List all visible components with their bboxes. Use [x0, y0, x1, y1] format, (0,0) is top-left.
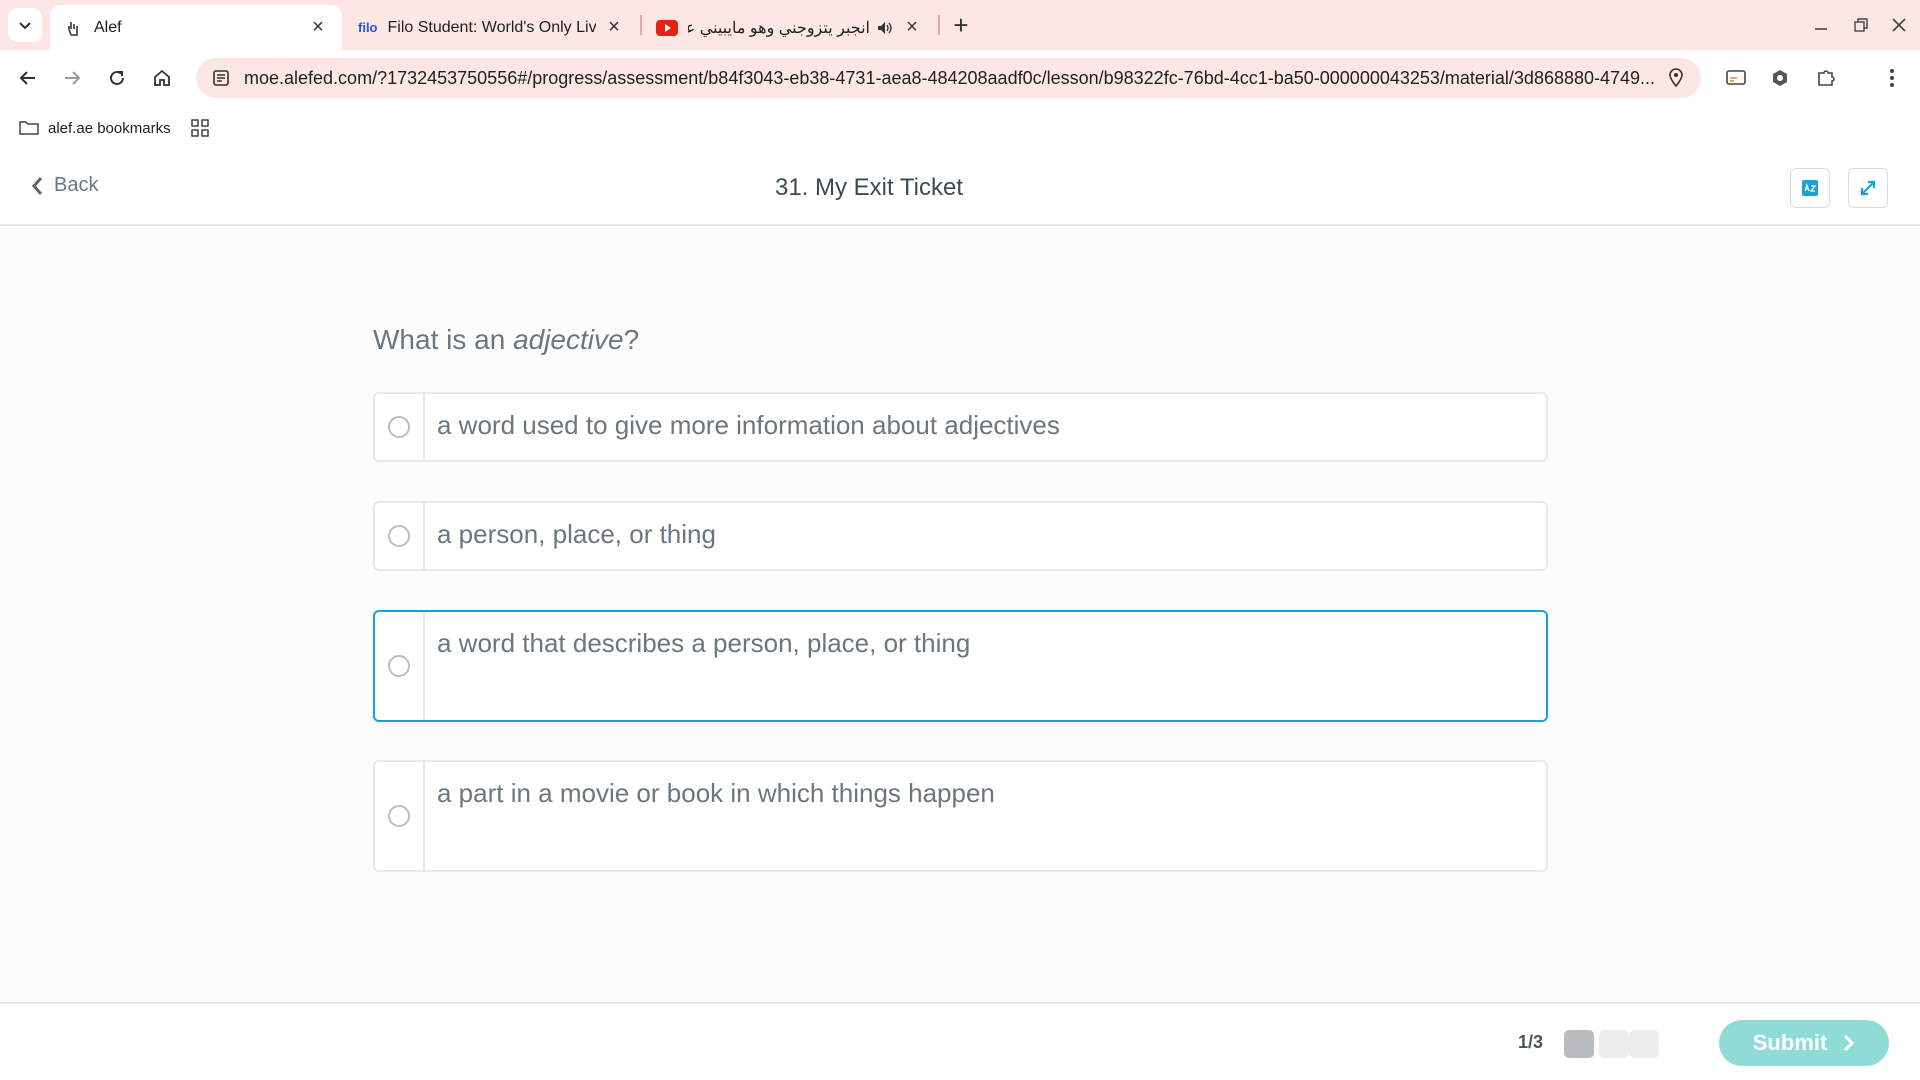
filo-icon: filo: [358, 20, 378, 35]
submit-button[interactable]: Submit: [1719, 1020, 1889, 1066]
close-icon: [1892, 18, 1906, 32]
restore-button[interactable]: [1846, 10, 1876, 40]
extension-button[interactable]: [1764, 62, 1796, 94]
tab-youtube[interactable]: انجبر يتزوجني وهو مايبيني عشا ×: [644, 5, 934, 50]
reload-icon: [110, 70, 124, 85]
dictionary-button[interactable]: [1790, 168, 1830, 208]
tab-title: Alef: [94, 18, 122, 36]
dictionary-icon: [1802, 180, 1818, 196]
radio-button[interactable]: [388, 655, 410, 677]
assessment-footer: 1/3 Submit: [0, 1002, 1920, 1080]
cast-icon: [1726, 70, 1746, 85]
browser-tab-bar: Alef × filo Filo Student: World's Only L…: [0, 0, 1920, 50]
tab-alef[interactable]: Alef ×: [50, 5, 342, 50]
tab-title: انجبر يتزوجني وهو مايبيني عشا: [688, 19, 870, 37]
answer-text: a word used to give more information abo…: [437, 410, 1060, 440]
radio-cell: [375, 612, 425, 720]
close-icon[interactable]: ×: [308, 16, 328, 38]
tab-filo[interactable]: filo Filo Student: World's Only Live ×: [346, 5, 636, 50]
browser-toolbar: moe.alefed.com/?1732453750556#/progress/…: [0, 50, 1920, 106]
question-prefix: What is an: [373, 324, 514, 355]
page-dot-2[interactable]: [1599, 1030, 1629, 1058]
folder-icon: [19, 121, 39, 135]
answer-option-1[interactable]: a word used to give more information abo…: [373, 392, 1548, 462]
restore-icon: [1854, 18, 1868, 32]
answer-text: a part in a movie or book in which thing…: [437, 778, 995, 808]
home-button[interactable]: [146, 62, 178, 94]
hand-icon: [68, 21, 78, 36]
page-title: 31. My Exit Ticket: [774, 174, 964, 201]
radio-button[interactable]: [388, 416, 410, 438]
more-vertical-icon: [1890, 69, 1894, 87]
radio-cell: [375, 503, 425, 569]
tab-separator: [640, 15, 642, 35]
radio-button[interactable]: [388, 525, 410, 547]
expand-icon: [1860, 180, 1876, 196]
location-pin-icon[interactable]: [1667, 68, 1685, 88]
reload-button[interactable]: [101, 62, 133, 94]
radio-cell: [375, 394, 425, 460]
fullscreen-button[interactable]: [1848, 168, 1888, 208]
close-icon[interactable]: ×: [902, 16, 922, 38]
extensions-menu-button[interactable]: [1810, 62, 1842, 94]
browser-menu-button[interactable]: [1876, 62, 1908, 94]
answer-text: a person, place, or thing: [437, 519, 716, 549]
minimize-button[interactable]: [1806, 10, 1836, 40]
page-dot-1[interactable]: [1564, 1030, 1594, 1058]
arrow-left-icon: [19, 71, 35, 85]
cast-button[interactable]: [1720, 62, 1752, 94]
url-text: moe.alefed.com/?1732453750556#/progress/…: [244, 67, 1656, 88]
page-indicator: 1/3: [1518, 1032, 1544, 1052]
new-tab-button[interactable]: +: [948, 10, 974, 40]
bookmarks-bar: alef.ae bookmarks: [0, 106, 1920, 150]
question-text: What is an adjective?: [373, 324, 639, 356]
answer-option-2[interactable]: a person, place, or thing: [373, 501, 1548, 571]
radio-button[interactable]: [388, 805, 410, 827]
youtube-icon: [656, 19, 678, 36]
question-emphasis: adjective: [513, 324, 624, 355]
tab-separator: [938, 15, 940, 35]
submit-label: Submit: [1752, 1030, 1828, 1055]
answer-option-3[interactable]: a word that describes a person, place, o…: [373, 610, 1548, 722]
address-bar[interactable]: moe.alefed.com/?1732453750556#/progress/…: [196, 58, 1701, 98]
minimize-icon: [1815, 28, 1827, 30]
arrow-right-icon: [65, 71, 81, 85]
tab-title: Filo Student: World's Only Live: [387, 18, 597, 36]
tab-search-button[interactable]: [8, 8, 42, 42]
speaker-icon[interactable]: [876, 19, 894, 37]
question-suffix: ?: [623, 324, 640, 355]
chevron-down-icon: [19, 22, 31, 30]
apps-grid-icon[interactable]: [190, 119, 209, 137]
home-icon: [154, 69, 170, 86]
close-icon[interactable]: ×: [604, 16, 624, 38]
close-window-button[interactable]: [1884, 10, 1914, 40]
forward-button[interactable]: [56, 62, 88, 94]
site-info-icon[interactable]: [212, 69, 230, 87]
lesson-header: Back 31. My Exit Ticket: [0, 150, 1920, 226]
radio-cell: [375, 762, 425, 870]
puzzle-icon: [1818, 70, 1835, 86]
answer-option-4[interactable]: a part in a movie or book in which thing…: [373, 760, 1548, 872]
chevron-right-icon: [1844, 1034, 1855, 1052]
back-button[interactable]: [12, 62, 44, 94]
answer-text: a word that describes a person, place, o…: [437, 628, 971, 658]
question-area: What is an adjective? a word used to giv…: [0, 226, 1920, 1002]
bookmark-folder-alef[interactable]: alef.ae bookmarks: [48, 120, 171, 137]
extension-logo-icon: [1773, 70, 1787, 86]
page-dot-3[interactable]: [1629, 1030, 1659, 1058]
